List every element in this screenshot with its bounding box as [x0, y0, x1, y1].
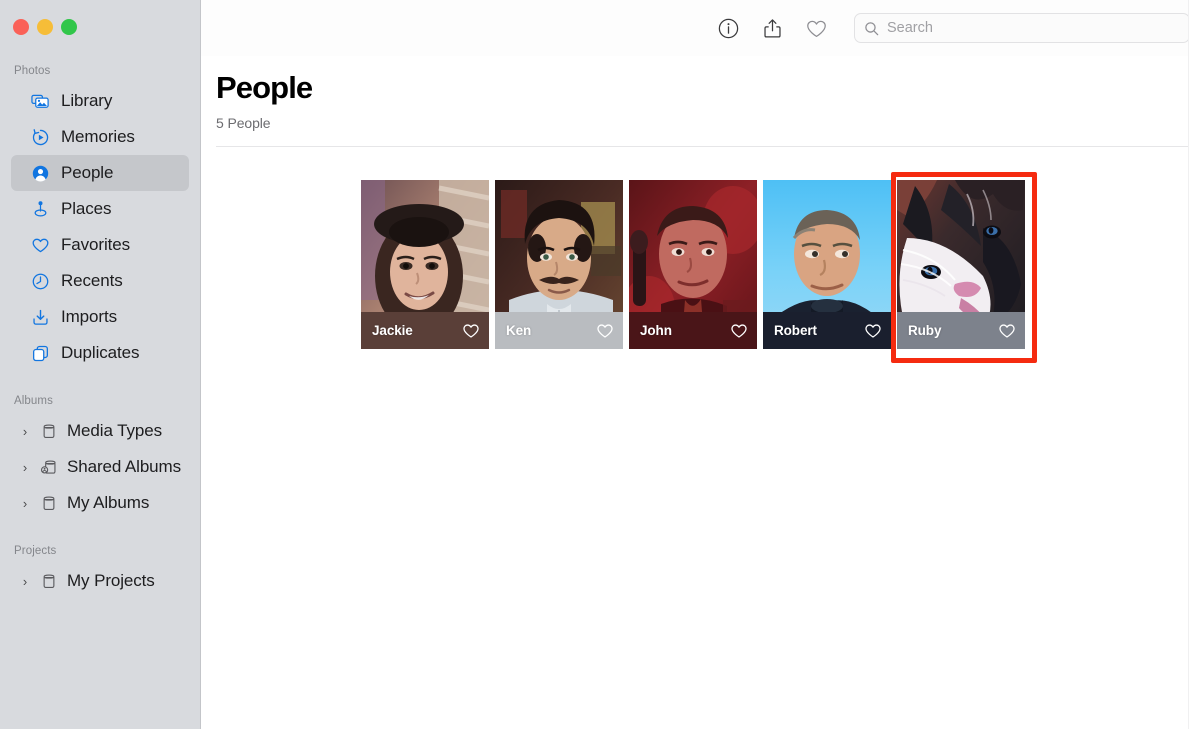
import-icon	[30, 307, 50, 327]
duplicates-icon	[30, 343, 50, 363]
heart-icon	[30, 235, 50, 255]
sidebar-item-my-albums[interactable]: › My Albums	[11, 485, 189, 521]
person-tile-ken[interactable]: Ken	[495, 180, 623, 349]
sidebar-item-label: Places	[61, 199, 112, 218]
sidebar-section-projects-header: Projects	[14, 545, 57, 557]
sidebar-item-label: Library	[61, 91, 113, 110]
sidebar-item-people[interactable]: People	[11, 155, 189, 191]
favorite-heart-icon[interactable]	[462, 322, 480, 340]
person-name-bar: Jackie	[361, 312, 489, 349]
close-window-button[interactable]	[13, 19, 29, 35]
minimize-window-button[interactable]	[37, 19, 53, 35]
person-tile-john[interactable]: John	[629, 180, 757, 349]
person-name: John	[640, 323, 672, 338]
chevron-right-icon[interactable]: ›	[19, 497, 31, 510]
toolbar	[201, 0, 1200, 56]
person-name: Ruby	[908, 323, 942, 338]
people-count-subtitle: 5 People	[216, 115, 271, 131]
person-tile-robert[interactable]: Robert	[763, 180, 891, 349]
sidebar-item-label: Memories	[61, 127, 135, 146]
chevron-right-icon[interactable]: ›	[19, 425, 31, 438]
window-controls	[13, 19, 77, 35]
photos-app-window: Photos Library Memories People Places Fa…	[0, 0, 1200, 729]
share-button[interactable]	[750, 8, 794, 48]
people-icon	[30, 163, 50, 183]
person-name: Robert	[774, 323, 817, 338]
search-icon	[864, 21, 879, 36]
person-tile-jackie[interactable]: Jackie	[361, 180, 489, 349]
favorite-heart-icon[interactable]	[730, 322, 748, 340]
person-name: Jackie	[372, 323, 413, 338]
favorite-heart-icon[interactable]	[596, 322, 614, 340]
sidebar-item-library[interactable]: Library	[11, 83, 189, 119]
person-name-bar: Ken	[495, 312, 623, 349]
info-button[interactable]	[706, 8, 750, 48]
sidebar-section-photos-header: Photos	[14, 65, 51, 77]
main-content: People 5 People	[201, 0, 1200, 729]
person-name-bar: Ruby	[897, 312, 1025, 349]
shared-album-icon	[39, 457, 59, 477]
sidebar-item-favorites[interactable]: Favorites	[11, 227, 189, 263]
library-icon	[30, 91, 50, 111]
person-tile-ruby[interactable]: Ruby	[897, 180, 1025, 349]
album-icon	[39, 493, 59, 513]
person-name-bar: John	[629, 312, 757, 349]
album-icon	[39, 571, 59, 591]
sidebar-item-media-types[interactable]: › Media Types	[11, 413, 189, 449]
sidebar-item-duplicates[interactable]: Duplicates	[11, 335, 189, 371]
sidebar-item-label: Favorites	[61, 235, 131, 254]
sidebar-item-recents[interactable]: Recents	[11, 263, 189, 299]
sidebar-item-label: Recents	[61, 271, 123, 290]
page-title: People	[216, 70, 313, 105]
places-icon	[30, 199, 50, 219]
sidebar-item-my-projects[interactable]: › My Projects	[11, 563, 189, 599]
person-name-bar: Robert	[763, 312, 891, 349]
sidebar-item-places[interactable]: Places	[11, 191, 189, 227]
sidebar-item-imports[interactable]: Imports	[11, 299, 189, 335]
zoom-window-button[interactable]	[61, 19, 77, 35]
memories-icon	[30, 127, 50, 147]
chevron-right-icon[interactable]: ›	[19, 575, 31, 588]
clock-icon	[30, 271, 50, 291]
chevron-right-icon[interactable]: ›	[19, 461, 31, 474]
sidebar-item-label: Shared Albums	[67, 457, 181, 476]
album-icon	[39, 421, 59, 441]
search-input[interactable]	[887, 20, 1180, 36]
page-header: People 5 People	[201, 56, 1200, 131]
sidebar-section-albums-header: Albums	[14, 395, 53, 407]
sidebar-item-label: My Albums	[67, 493, 150, 512]
sidebar-item-label: My Projects	[67, 571, 155, 590]
sidebar-item-label: Imports	[61, 307, 117, 326]
sidebar-item-memories[interactable]: Memories	[11, 119, 189, 155]
people-grid: Jackie Ken John Robert Ruby	[201, 147, 1200, 349]
sidebar-item-label: People	[61, 163, 114, 182]
sidebar: Photos Library Memories People Places Fa…	[0, 0, 201, 729]
favorite-heart-icon[interactable]	[864, 322, 882, 340]
person-name: Ken	[506, 323, 532, 338]
search-field[interactable]	[854, 13, 1190, 43]
favorite-button[interactable]	[794, 8, 838, 48]
sidebar-item-label: Duplicates	[61, 343, 140, 362]
sidebar-item-shared-albums[interactable]: › Shared Albums	[11, 449, 189, 485]
sidebar-item-label: Media Types	[67, 421, 162, 440]
favorite-heart-icon[interactable]	[998, 322, 1016, 340]
